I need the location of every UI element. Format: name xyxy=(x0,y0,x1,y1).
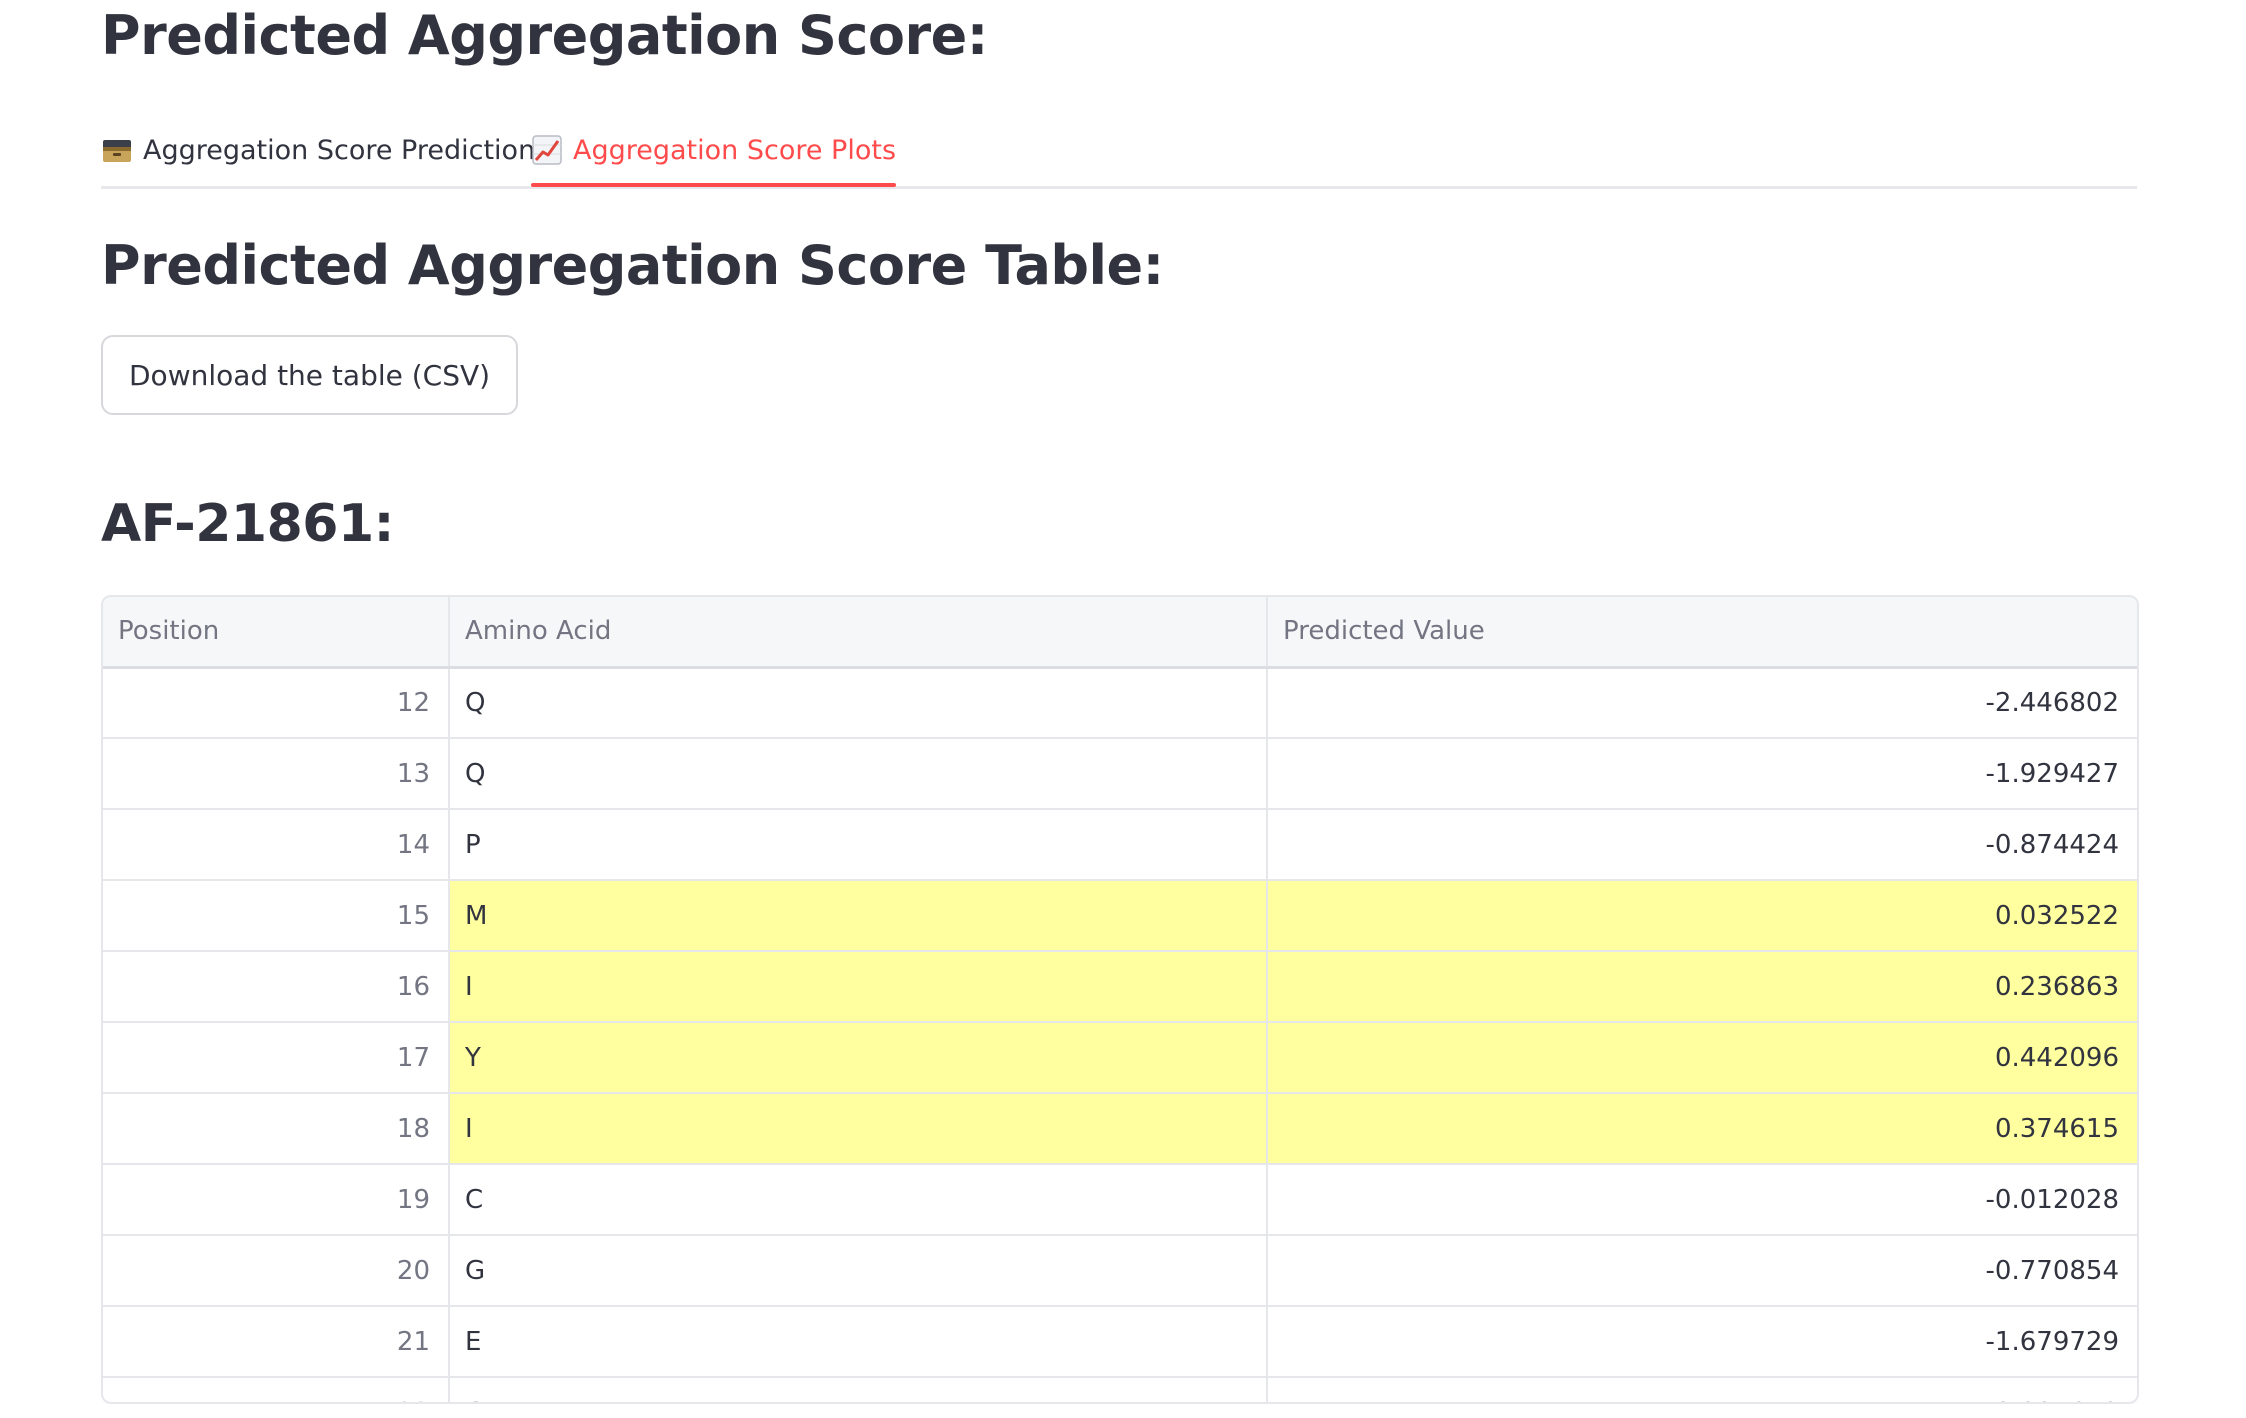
cell-predicted-value[interactable]: 0.032522 xyxy=(1267,880,2137,952)
table-row: 19 C -0.012028 xyxy=(103,1164,2137,1236)
table-title: AF-21861: xyxy=(101,494,394,554)
table-row: 15 M 0.032522 xyxy=(103,880,2137,952)
cell-position[interactable]: 16 xyxy=(103,951,450,1023)
tab-label: Aggregation Score Predictions xyxy=(143,134,550,166)
cell-amino-acid[interactable]: I xyxy=(449,951,1268,1023)
page-title: Predicted Aggregation Score: xyxy=(101,4,988,67)
column-header-position[interactable]: Position xyxy=(103,597,450,669)
cell-predicted-value[interactable]: -0.874424 xyxy=(1267,809,2137,881)
cell-predicted-value[interactable]: -0.801649 xyxy=(1267,1377,2137,1402)
table-row: 17 Y 0.442096 xyxy=(103,1022,2137,1094)
cell-amino-acid[interactable]: E xyxy=(449,1306,1268,1378)
cell-amino-acid[interactable]: I xyxy=(449,1093,1268,1165)
cell-amino-acid[interactable]: Q xyxy=(449,667,1268,739)
cell-position[interactable]: 19 xyxy=(103,1164,450,1236)
table-row: 21 E -1.679729 xyxy=(103,1306,2137,1378)
cell-predicted-value[interactable]: -1.679729 xyxy=(1267,1306,2137,1378)
cell-predicted-value[interactable]: -1.929427 xyxy=(1267,738,2137,810)
cell-predicted-value[interactable]: -0.770854 xyxy=(1267,1235,2137,1307)
cell-position[interactable]: 21 xyxy=(103,1306,450,1378)
cell-predicted-value[interactable]: -0.012028 xyxy=(1267,1164,2137,1236)
chart-increasing-icon xyxy=(531,134,563,166)
cell-position[interactable]: 13 xyxy=(103,738,450,810)
column-header-predicted-value[interactable]: Predicted Value xyxy=(1267,597,2137,669)
tab-bar: Aggregation Score Predictions Aggregatio… xyxy=(101,116,2137,189)
card-file-box-icon xyxy=(101,134,133,166)
download-csv-button[interactable]: Download the table (CSV) xyxy=(101,335,519,415)
data-table[interactable]: Position Amino Acid Predicted Value 12 Q -… xyxy=(101,595,2139,1404)
cell-position[interactable]: 20 xyxy=(103,1235,450,1307)
cell-predicted-value[interactable]: 0.374615 xyxy=(1267,1093,2137,1165)
table-header-row: Position Amino Acid Predicted Value xyxy=(103,597,2137,669)
cell-amino-acid[interactable]: G xyxy=(449,1235,1268,1307)
tab-label: Aggregation Score Plots xyxy=(573,134,897,166)
table-row: 18 I 0.374615 xyxy=(103,1093,2137,1165)
table-row: 22G-0.801649 xyxy=(103,1377,2137,1402)
cell-predicted-value[interactable]: 0.236863 xyxy=(1267,951,2137,1023)
data-grid: Position Amino Acid Predicted Value 12 Q -… xyxy=(103,597,2137,1402)
cell-position[interactable]: 15 xyxy=(103,880,450,952)
cell-position[interactable]: 14 xyxy=(103,809,450,881)
cell-amino-acid[interactable]: Y xyxy=(449,1022,1268,1094)
cell-position[interactable]: 22 xyxy=(103,1377,450,1402)
cell-amino-acid[interactable]: C xyxy=(449,1164,1268,1236)
cell-position[interactable]: 17 xyxy=(103,1022,450,1094)
cell-position[interactable]: 18 xyxy=(103,1093,450,1165)
cell-position[interactable]: 12 xyxy=(103,667,450,739)
cell-amino-acid[interactable]: M xyxy=(449,880,1268,952)
table-row: 14 P -0.874424 xyxy=(103,809,2137,881)
cell-amino-acid[interactable]: P xyxy=(449,809,1268,881)
tab-aggregation-score-plots[interactable]: Aggregation Score Plots xyxy=(531,116,897,187)
table-row: 20 G -0.770854 xyxy=(103,1235,2137,1307)
column-header-amino-acid[interactable]: Amino Acid xyxy=(449,597,1268,669)
section-title: Predicted Aggregation Score Table: xyxy=(101,234,1164,297)
cell-amino-acid[interactable]: Q xyxy=(449,738,1268,810)
table-row: 12 Q -2.446802 xyxy=(103,667,2137,739)
table-row: 16 I 0.236863 xyxy=(103,951,2137,1023)
cell-predicted-value[interactable]: -2.446802 xyxy=(1267,667,2137,739)
tab-aggregation-score-predictions[interactable]: Aggregation Score Predictions xyxy=(101,116,549,184)
table-row: 13 Q -1.929427 xyxy=(103,738,2137,810)
cell-amino-acid[interactable]: G xyxy=(449,1377,1268,1402)
cell-predicted-value[interactable]: 0.442096 xyxy=(1267,1022,2137,1094)
